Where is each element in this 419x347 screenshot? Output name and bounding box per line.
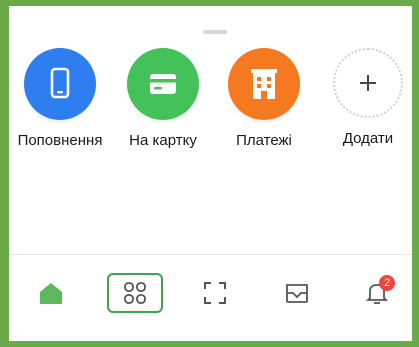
- inbox-icon: [286, 284, 308, 303]
- home-icon: [40, 283, 62, 304]
- action-add-label: Додати: [342, 130, 394, 147]
- grid-icon: [124, 282, 146, 304]
- bottom-sheet: Поповнення На картку Платежі Додати 2: [9, 6, 412, 341]
- action-add[interactable]: Додати: [313, 48, 412, 147]
- action-payments-label: Платежі: [236, 132, 292, 149]
- notification-badge: 2: [379, 275, 395, 291]
- action-topup-label: Поповнення: [17, 132, 103, 149]
- action-to-card-label: На картку: [129, 132, 197, 149]
- tab-services[interactable]: [107, 273, 163, 313]
- action-topup[interactable]: Поповнення: [9, 48, 115, 149]
- tab-home[interactable]: [23, 273, 79, 313]
- tab-scan[interactable]: [187, 273, 243, 313]
- plus-icon[interactable]: [333, 48, 403, 118]
- phone-icon[interactable]: [24, 48, 96, 120]
- tab-inbox[interactable]: [269, 273, 325, 313]
- action-to-card[interactable]: На картку: [108, 48, 218, 149]
- sheet-grab-handle[interactable]: [203, 30, 227, 34]
- building-icon[interactable]: [228, 48, 300, 120]
- card-icon[interactable]: [127, 48, 199, 120]
- scan-icon: [204, 282, 226, 304]
- screen-frame: Поповнення На картку Платежі Додати 2: [0, 0, 419, 347]
- action-payments[interactable]: Платежі: [209, 48, 319, 149]
- tab-notifications[interactable]: 2: [349, 273, 405, 313]
- bottom-tab-bar: 2: [9, 254, 412, 341]
